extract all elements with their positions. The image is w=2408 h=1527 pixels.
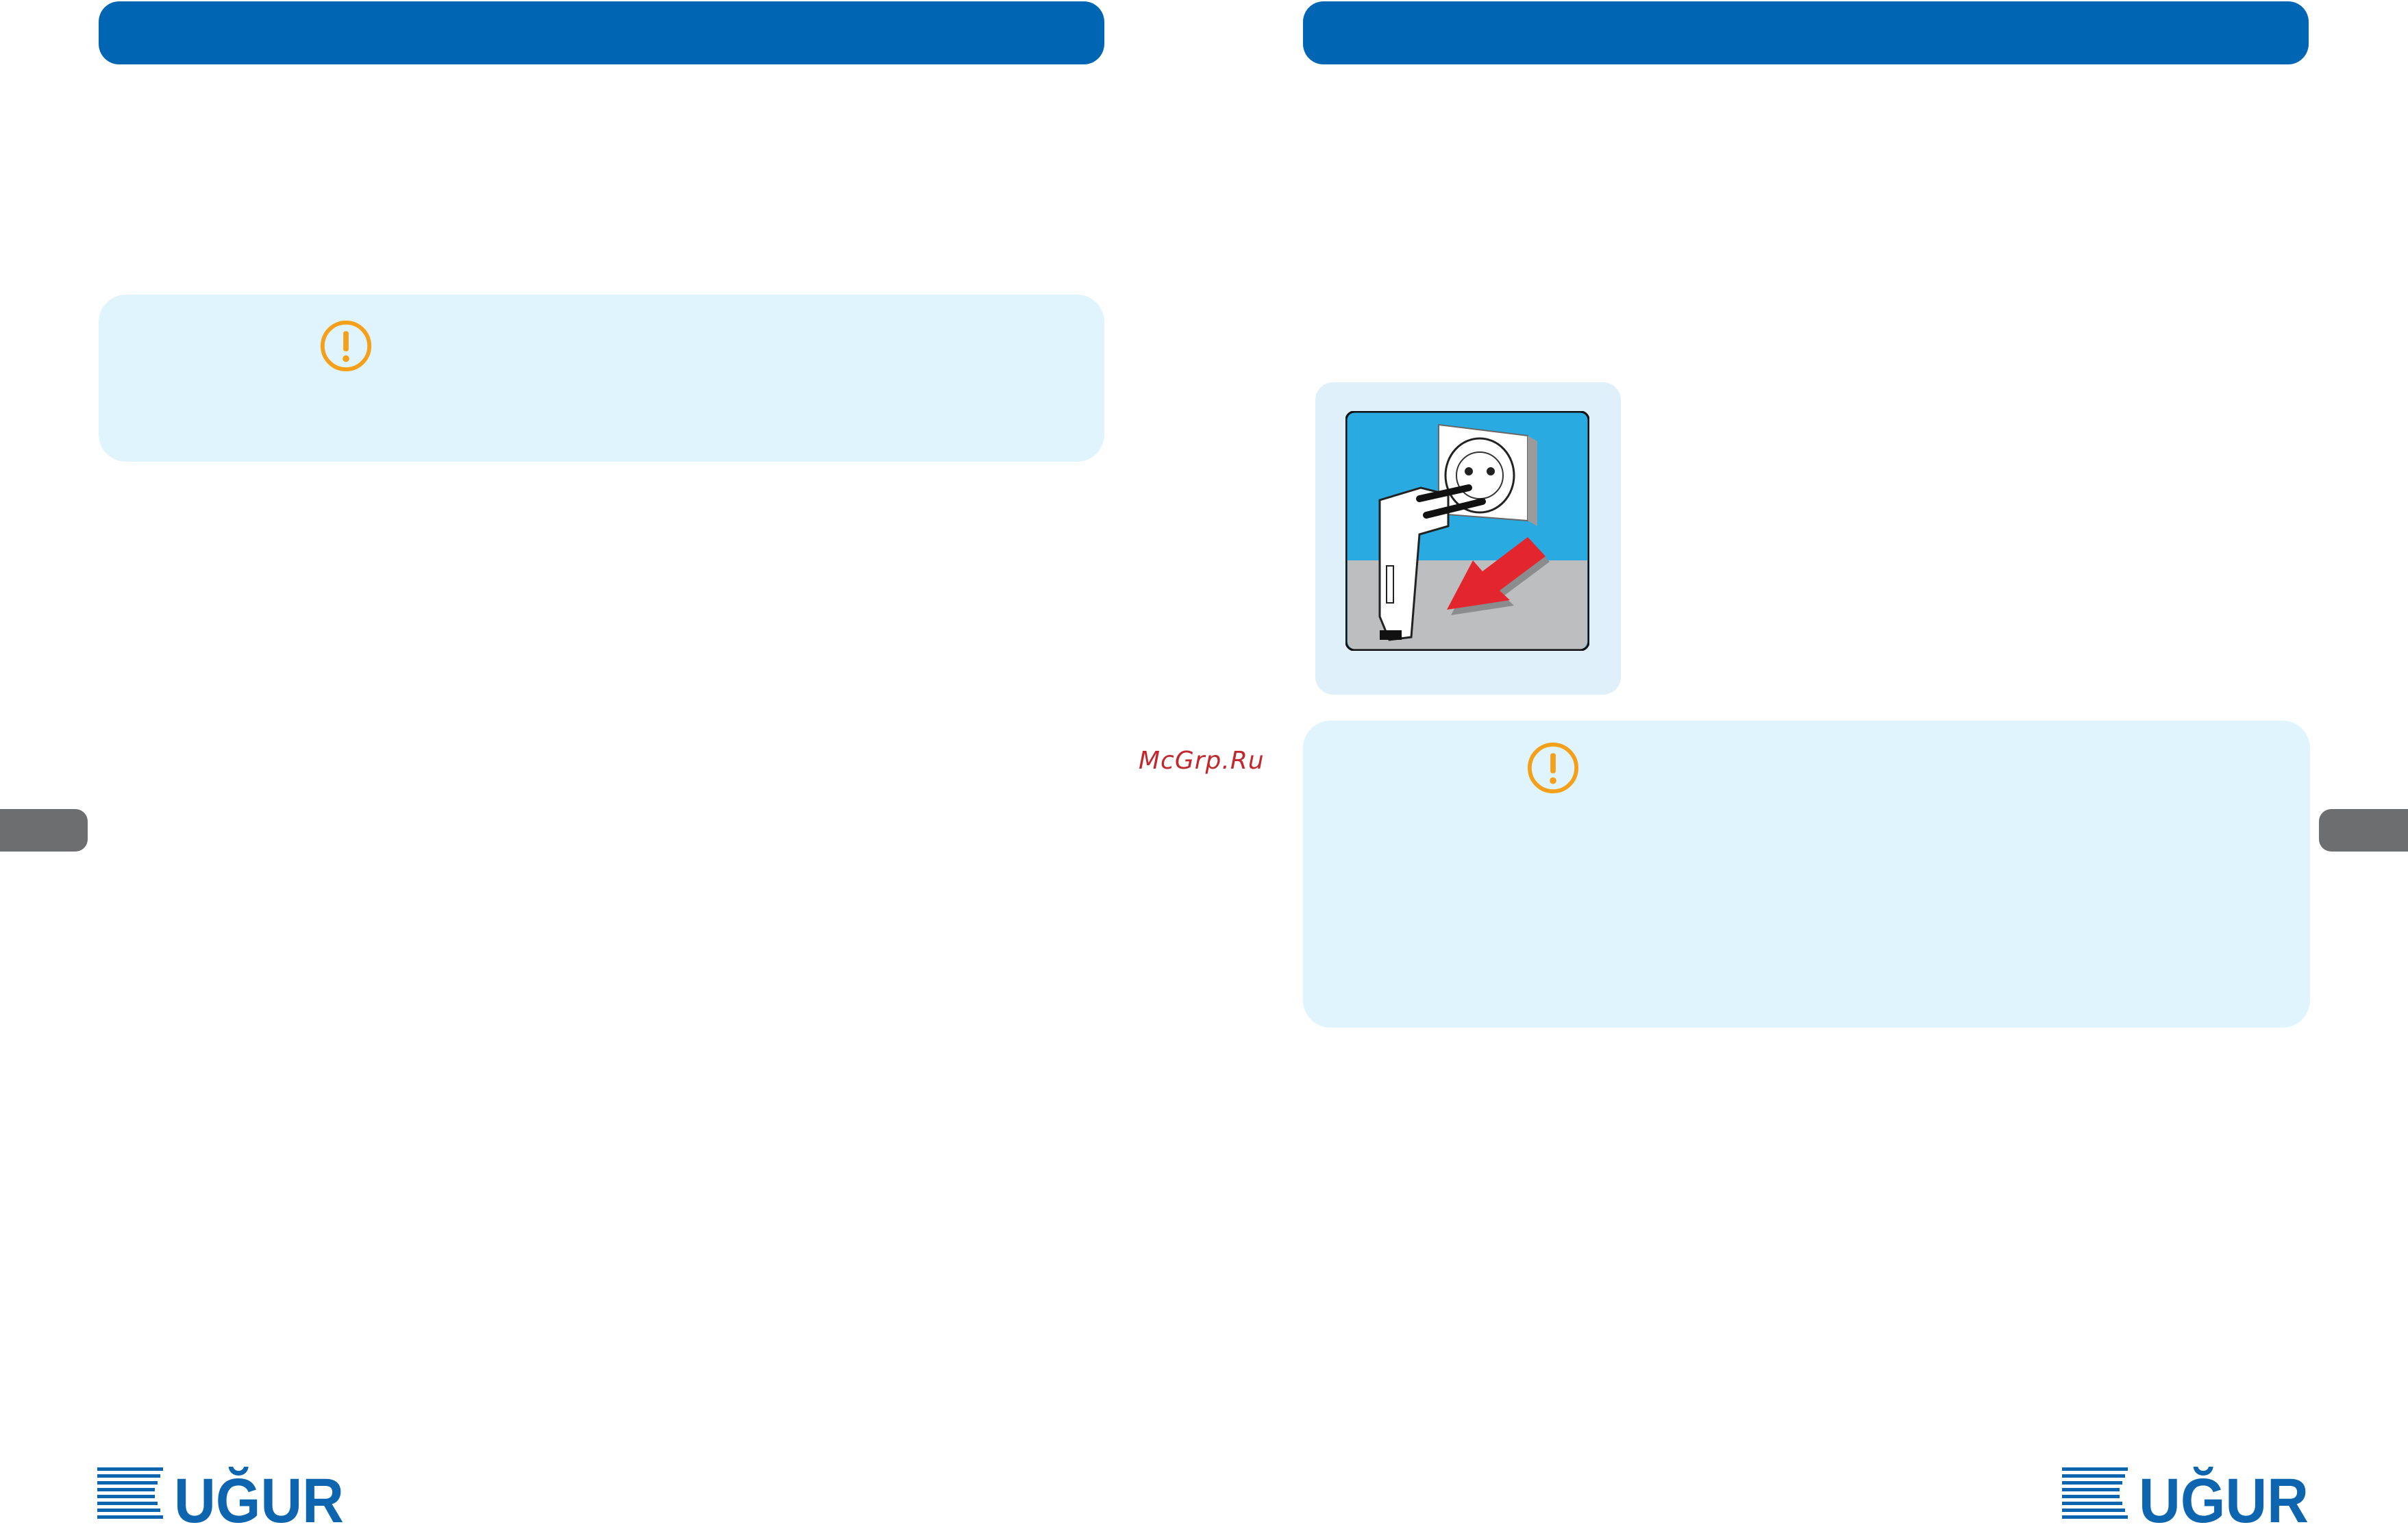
left-page-header-bar <box>99 1 1104 64</box>
logo-wordmark: UĞUR <box>2139 1466 2309 1526</box>
watermark-link[interactable]: McGrp.Ru <box>1139 747 1265 775</box>
exclamation-circle-icon <box>320 320 372 372</box>
unplug-socket-icon <box>1345 411 1589 651</box>
left-side-tab <box>0 809 88 852</box>
left-warning-note-box <box>99 295 1104 462</box>
logo-wordmark: UĞUR <box>174 1466 344 1526</box>
right-page-header-bar <box>1303 1 2309 64</box>
right-side-tab <box>2319 809 2408 852</box>
right-warning-note-box <box>1303 721 2310 1028</box>
ugur-logo: UĞUR <box>2062 1466 2309 1526</box>
ugur-logo: UĞUR <box>97 1466 344 1526</box>
exclamation-circle-icon <box>1527 742 1579 794</box>
